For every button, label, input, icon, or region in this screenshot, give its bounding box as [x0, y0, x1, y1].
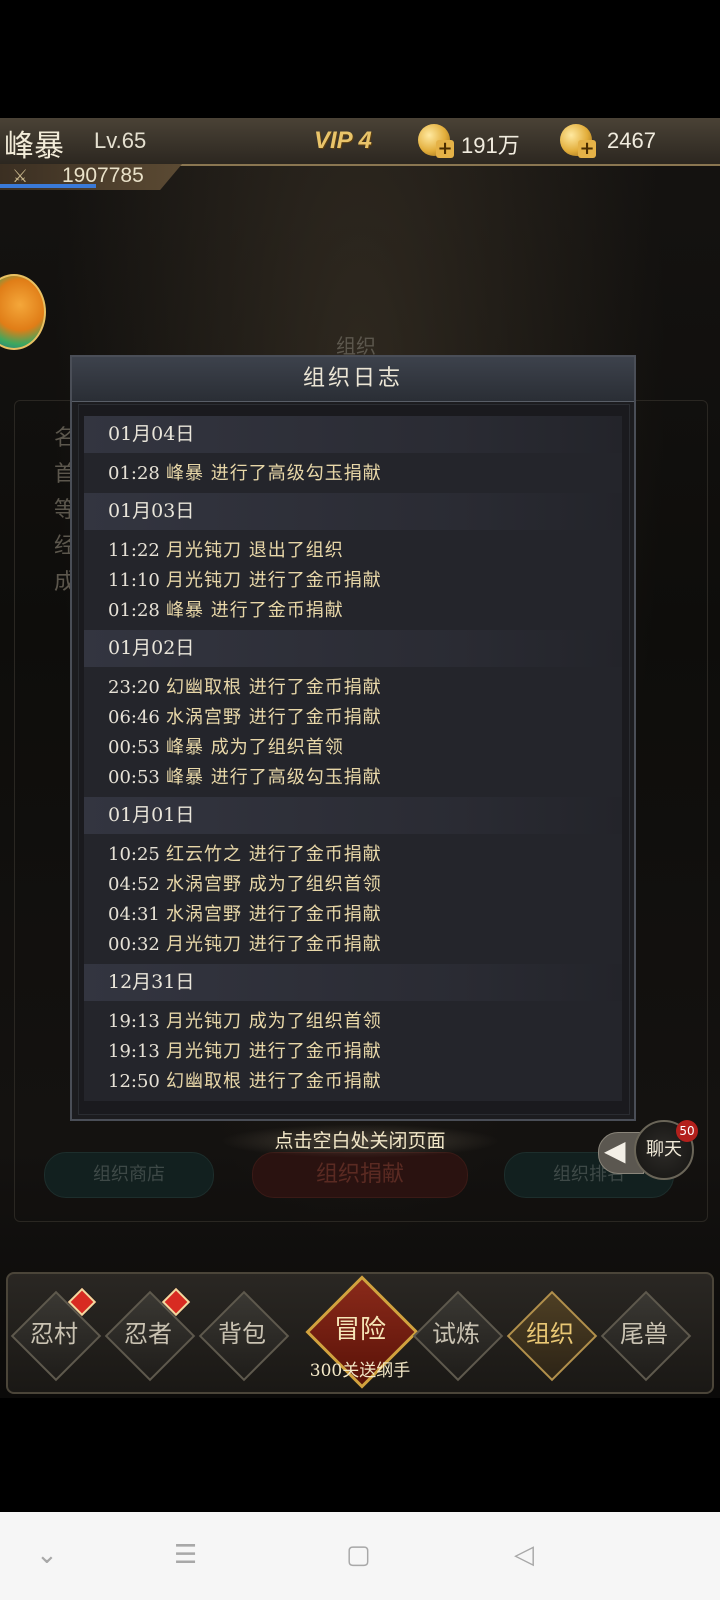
log-entry-time: 23:20 — [108, 677, 160, 698]
log-day-group: 01月04日 01:28 峰暴 进行了高级勾玉捐献 — [84, 416, 622, 493]
log-entry-text: 水涡宫野 进行了金币捐献 — [166, 904, 382, 925]
dialog-title: 组织日志 — [302, 366, 403, 391]
log-date-header: 01月03日 — [84, 493, 622, 530]
log-entry: 01:28 峰暴 进行了金币捐献 — [84, 596, 622, 626]
log-entry-text: 月光钝刀 进行了金币捐献 — [166, 1041, 382, 1062]
log-entry-text: 幻幽取根 进行了金币捐献 — [166, 677, 382, 698]
nav-label: 试炼 — [432, 1320, 480, 1348]
log-entry-time: 12:50 — [108, 1071, 160, 1092]
log-list[interactable]: 01月04日 01:28 峰暴 进行了高级勾玉捐献 01月03日 11:22 月光钝… — [84, 416, 622, 1107]
log-entry: 00:53 峰暴 成为了组织首领 — [84, 733, 622, 763]
log-entry-time: 01:28 — [108, 463, 160, 484]
log-entry-time: 00:32 — [108, 934, 160, 955]
log-entry: 19:13 月光钝刀 进行了金币捐献 — [84, 1037, 622, 1067]
nav-bag[interactable]: 背包 — [198, 1290, 290, 1382]
nav-ninja[interactable]: 忍者 — [104, 1287, 196, 1382]
log-entry-time: 04:31 — [108, 904, 160, 925]
nav-label: 组织 — [526, 1320, 574, 1348]
log-entry-text: 峰暴 成为了组织首领 — [166, 737, 344, 758]
organization-shop-button: 组织商店 — [44, 1152, 214, 1198]
chat-unread-badge: 50 — [676, 1120, 698, 1142]
log-entry-time: 01:28 — [108, 600, 160, 621]
log-entry: 04:31 水涡宫野 进行了金币捐献 — [84, 900, 622, 930]
log-day-group: 01月03日 11:22 月光钝刀 退出了组织 11:10 月光钝刀 进行了金币捐献… — [84, 493, 622, 630]
log-entry: 23:20 幻幽取根 进行了金币捐献 — [84, 673, 622, 703]
log-entry: 10:25 红云竹之 进行了金币捐献 — [84, 840, 622, 870]
log-entry-text: 峰暴 进行了金币捐献 — [166, 600, 344, 621]
log-entry-time: 04:52 — [108, 874, 160, 895]
chevron-down-icon[interactable]: ⌄ — [36, 1540, 58, 1570]
log-entry-text: 红云竹之 进行了金币捐献 — [166, 844, 382, 865]
log-day-group: 01月02日 23:20 幻幽取根 进行了金币捐献 06:46 水涡宫野 进行了金币… — [84, 630, 622, 797]
log-date-header: 01月04日 — [84, 416, 622, 453]
log-entry-text: 月光钝刀 退出了组织 — [166, 540, 344, 561]
add-coin-button[interactable]: + — [436, 140, 454, 158]
log-entry-text: 水涡宫野 进行了金币捐献 — [166, 707, 382, 728]
log-date-header: 01月01日 — [84, 797, 622, 834]
nav-village[interactable]: 忍村 — [10, 1287, 102, 1382]
log-entry: 00:32 月光钝刀 进行了金币捐献 — [84, 930, 622, 960]
log-entry-text: 峰暴 进行了高级勾玉捐献 — [166, 767, 382, 788]
organization-donate-button: 组织捐献 — [252, 1152, 468, 1198]
nav-label: 尾兽 — [620, 1320, 668, 1348]
log-entry-text: 水涡宫野 成为了组织首领 — [166, 874, 382, 895]
vip-badge[interactable]: VIP 4 — [314, 127, 372, 155]
nav-tailed-beast[interactable]: 尾兽 — [600, 1290, 692, 1382]
adventure-promo-text: 300关送纲手 — [309, 1361, 411, 1381]
log-entry: 11:10 月光钝刀 进行了金币捐献 — [84, 566, 622, 596]
home-square-icon[interactable]: ▢ — [346, 1540, 371, 1570]
log-entry: 01:28 峰暴 进行了高级勾玉捐献 — [84, 459, 622, 489]
nav-organization[interactable]: 组织 — [506, 1290, 598, 1382]
log-entry-time: 06:46 — [108, 707, 160, 728]
log-entry: 04:52 水涡宫野 成为了组织首领 — [84, 870, 622, 900]
chevron-left-icon: ◀ — [604, 1134, 626, 1167]
coin-amount: 191万 — [461, 133, 520, 158]
log-entry-time: 00:53 — [108, 737, 160, 758]
log-entry-time: 19:13 — [108, 1011, 160, 1032]
log-entry-text: 幻幽取根 进行了金币捐献 — [166, 1071, 382, 1092]
key-amount: 2467 — [607, 128, 656, 153]
log-date-header: 01月02日 — [84, 630, 622, 667]
nav-label: 背包 — [218, 1320, 266, 1348]
log-day-group: 12月31日 19:13 月光钝刀 成为了组织首领 19:13 月光钝刀 进行了金币… — [84, 964, 622, 1101]
log-entry-time: 10:25 — [108, 844, 160, 865]
log-entry: 06:46 水涡宫野 进行了金币捐献 — [84, 703, 622, 733]
log-entry-text: 峰暴 进行了高级勾玉捐献 — [166, 463, 382, 484]
add-key-button[interactable]: + — [578, 140, 596, 158]
log-entry: 00:53 峰暴 进行了高级勾玉捐献 — [84, 763, 622, 793]
log-entry-text: 月光钝刀 进行了金币捐献 — [166, 570, 382, 591]
log-entry-time: 11:22 — [108, 540, 160, 561]
close-page-hint[interactable]: 点击空白处关闭页面 — [220, 1124, 500, 1158]
player-level: Lv.65 — [94, 128, 147, 153]
log-entry: 11:22 月光钝刀 退出了组织 — [84, 536, 622, 566]
log-entry-time: 11:10 — [108, 570, 160, 591]
log-entry: 12:50 幻幽取根 进行了金币捐献 — [84, 1067, 622, 1097]
combat-power-value: 1907785 — [62, 164, 144, 187]
log-entry-text: 月光钝刀 进行了金币捐献 — [166, 934, 382, 955]
player-name[interactable]: 峰暴 — [4, 121, 64, 165]
crossed-swords-icon: ⚔ — [12, 166, 29, 187]
back-triangle-icon[interactable]: ◁ — [514, 1540, 534, 1570]
nav-trial[interactable]: 试炼 — [412, 1290, 504, 1382]
log-entry: 19:13 月光钝刀 成为了组织首领 — [84, 1007, 622, 1037]
log-date-header: 12月31日 — [84, 964, 622, 1001]
log-entry-time: 00:53 — [108, 767, 160, 788]
log-entry-text: 月光钝刀 成为了组织首领 — [166, 1011, 382, 1032]
menu-icon[interactable]: ☰ — [174, 1540, 197, 1570]
log-day-group: 01月01日 10:25 红云竹之 进行了金币捐献 04:52 水涡宫野 成为了组织… — [84, 797, 622, 964]
dialog-header: 组织日志 — [72, 357, 634, 402]
log-entry-time: 19:13 — [108, 1041, 160, 1062]
